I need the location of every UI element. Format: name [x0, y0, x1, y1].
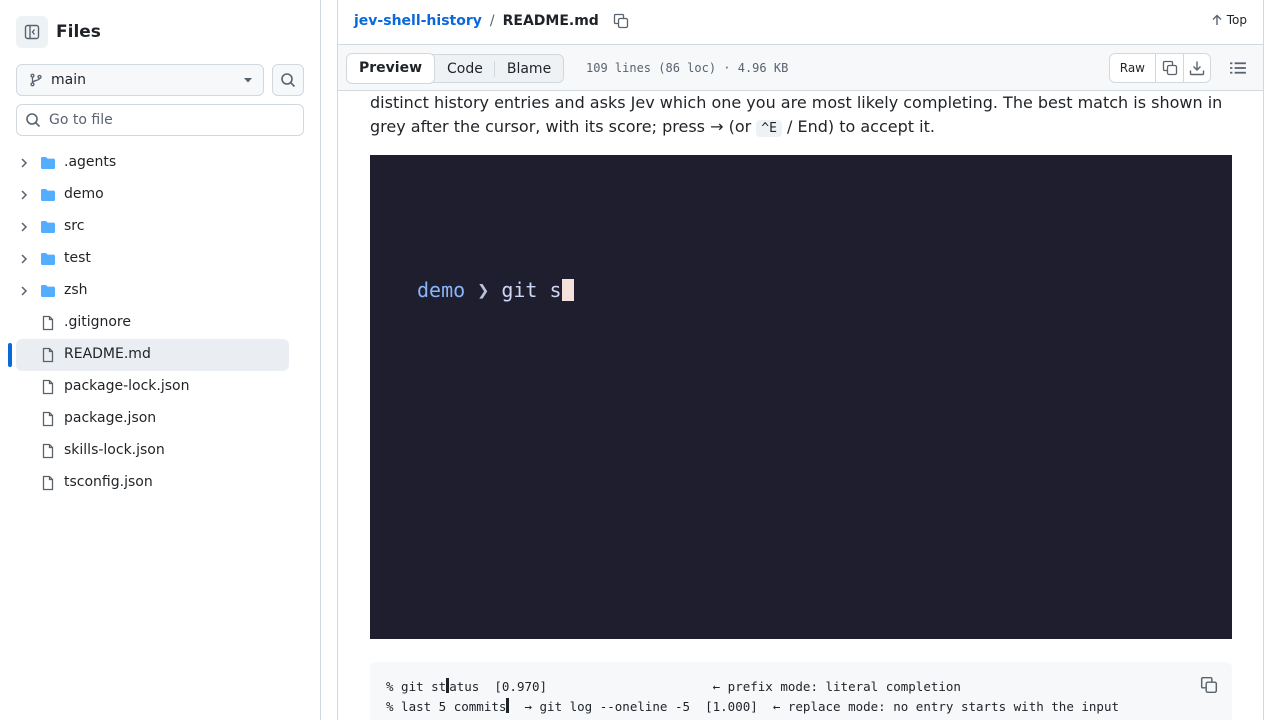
go-to-file-input[interactable]: [49, 112, 289, 128]
tree-item-label: README.md: [64, 346, 151, 362]
search-icon: [281, 73, 296, 88]
file-icon: [42, 379, 54, 395]
tree-item-label: src: [64, 218, 85, 234]
paragraph-line-2a: grey after the cursor, with its score; p…: [370, 117, 757, 136]
active-background: [16, 339, 289, 371]
file-icon: [42, 315, 54, 331]
terminal-demo-image: demo ❯ git s: [370, 155, 1232, 639]
folder-icon: [41, 285, 55, 297]
tree-item-gitignore[interactable]: .gitignore: [0, 307, 320, 339]
caret-down-icon: [244, 78, 252, 83]
tree-item-src[interactable]: src: [0, 211, 320, 243]
tab-code[interactable]: Code: [435, 54, 495, 83]
app-root: Files main .agents demo: [0, 0, 1280, 720]
active-indicator: [8, 343, 12, 367]
code-line-2b: → git log --oneline -5 [1.000] ← replace…: [509, 699, 1119, 714]
tree-item-demo[interactable]: demo: [0, 179, 320, 211]
file-icon: [42, 347, 54, 363]
chevron-right-icon[interactable]: [18, 253, 30, 265]
tree-item-readme[interactable]: README.md: [0, 339, 320, 371]
search-files-button[interactable]: [272, 64, 304, 96]
view-mode-tabs: Preview Code Blame: [346, 52, 565, 84]
chevron-right-icon[interactable]: [18, 221, 30, 233]
tree-item-label: .gitignore: [64, 314, 131, 330]
file-toolbar: Preview Code Blame 109 lines (86 loc) · …: [338, 44, 1263, 91]
file-icon: [42, 475, 54, 491]
folder-icon: [41, 189, 55, 201]
file-actions: Raw: [1108, 53, 1211, 83]
tree-item-label: package.json: [64, 410, 157, 426]
tree-item-label: .agents: [64, 154, 117, 170]
tab-blame[interactable]: Blame: [495, 54, 563, 83]
copy-raw-button[interactable]: [1156, 54, 1183, 82]
file-icon: [42, 443, 54, 459]
go-to-file: [16, 104, 304, 136]
collapse-sidebar-button[interactable]: [16, 16, 48, 48]
git-branch-icon: [30, 73, 42, 87]
tab-preview[interactable]: Preview: [346, 52, 436, 84]
chevron-right-icon[interactable]: [18, 285, 30, 297]
back-to-top-button[interactable]: Top: [1211, 13, 1247, 27]
breadcrumb: jev-shell-history / README.md: [354, 10, 629, 32]
copy-code-icon[interactable]: [1200, 676, 1218, 694]
terminal-cursor: [561, 279, 574, 301]
tree-item-package[interactable]: package.json: [0, 403, 320, 435]
copy-icon: [1162, 60, 1177, 76]
readme-paragraph: distinct history entries and asks Jev wh…: [370, 91, 1232, 141]
branch-name: main: [51, 72, 86, 88]
code-content: % git st atus [0.970] ← prefix mode: lite…: [386, 677, 1119, 717]
tree-item-tsconfig[interactable]: tsconfig.json: [0, 467, 320, 499]
file-tree: .agents demo src test zsh .gitignore REA…: [0, 147, 320, 499]
tree-item-label: skills-lock.json: [64, 442, 165, 458]
branch-selector[interactable]: main: [16, 64, 264, 96]
file-view: jev-shell-history / README.md Top Previe…: [337, 0, 1264, 720]
code-line-1b: atus [0.970] ← prefix mode: literal comp…: [449, 679, 961, 694]
terminal-typed-text: git s: [501, 278, 562, 302]
keyboard-shortcut: ^E: [756, 120, 782, 137]
arrow-up-icon: [1212, 14, 1222, 25]
sidebar-header: Files: [16, 16, 101, 48]
tree-item-label: package-lock.json: [64, 378, 190, 394]
folder-icon: [41, 253, 55, 265]
tree-item-zsh[interactable]: zsh: [0, 275, 320, 307]
terminal-prompt-arrow: ❯: [477, 278, 490, 302]
breadcrumb-file: README.md: [502, 13, 599, 29]
tree-item-package-lock[interactable]: package-lock.json: [0, 371, 320, 403]
terminal-line: demo ❯ git s: [417, 278, 574, 302]
tree-item-label: tsconfig.json: [64, 474, 153, 490]
file-meta: 109 lines (86 loc) · 4.96 KB: [586, 61, 789, 75]
terminal-prompt: demo: [417, 278, 466, 302]
tree-item-label: demo: [64, 186, 104, 202]
code-line-2a: % last 5 commits: [386, 699, 507, 714]
file-icon: [42, 411, 54, 427]
code-block: % git st atus [0.970] ← prefix mode: lite…: [370, 662, 1232, 720]
tree-item-label: test: [64, 250, 91, 266]
readme-content: distinct history entries and asks Jev wh…: [370, 91, 1232, 720]
code-line-1a: % git st: [386, 679, 447, 694]
folder-icon: [41, 221, 55, 233]
copy-path-icon[interactable]: [613, 13, 629, 29]
download-icon: [1189, 61, 1205, 76]
sidebar-title: Files: [56, 22, 101, 42]
tree-item-test[interactable]: test: [0, 243, 320, 275]
download-button[interactable]: [1183, 54, 1210, 82]
file-tree-sidebar: Files main .agents demo: [0, 0, 321, 720]
top-label: Top: [1226, 13, 1247, 27]
tree-item-agents[interactable]: .agents: [0, 147, 320, 179]
breadcrumb-repo-link[interactable]: jev-shell-history: [354, 13, 482, 29]
tab-code-label: Code: [447, 60, 483, 77]
sidebar-collapse-icon: [24, 24, 40, 40]
search-icon: [26, 113, 41, 128]
paragraph-line-2b: / End) to accept it.: [781, 117, 935, 136]
paragraph-line-1: distinct history entries and asks Jev wh…: [370, 93, 1223, 112]
tree-item-skills-lock[interactable]: skills-lock.json: [0, 435, 320, 467]
raw-button[interactable]: Raw: [1110, 54, 1156, 82]
tree-item-label: zsh: [64, 282, 88, 298]
breadcrumb-separator: /: [489, 13, 495, 29]
chevron-right-icon[interactable]: [18, 157, 30, 169]
chevron-right-icon[interactable]: [18, 189, 30, 201]
outline-list-icon[interactable]: [1229, 59, 1247, 77]
folder-icon: [41, 157, 55, 169]
